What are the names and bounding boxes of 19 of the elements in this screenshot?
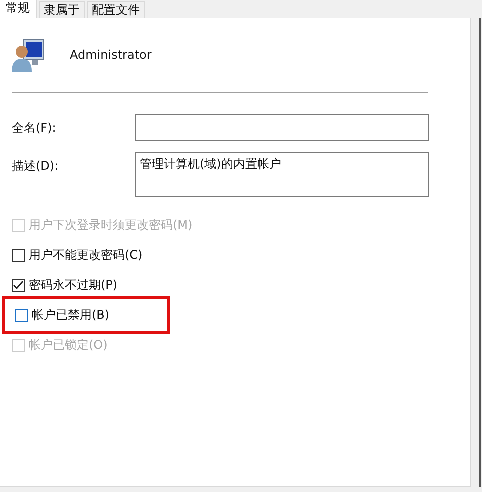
- option-label: 用户不能更改密码(C): [29, 247, 143, 264]
- field-label: 全名(F):: [12, 120, 58, 137]
- checkbox[interactable]: [12, 278, 25, 292]
- option-label: 帐户已锁定(O): [29, 337, 108, 354]
- tab[interactable]: 常规: [0, 0, 37, 18]
- field-label: 描述(D):: [12, 158, 60, 175]
- field-value: 管理计算机(域)的内置帐户: [140, 157, 282, 171]
- user-name: Administrator: [70, 47, 152, 64]
- option-label: 密码永不过期(P): [29, 277, 118, 294]
- text-field[interactable]: [135, 114, 429, 141]
- tab[interactable]: 配置文件: [87, 1, 145, 18]
- option-label: 帐户已禁用(B): [32, 307, 110, 324]
- user-computer-icon: [12, 38, 46, 72]
- check-icon: [13, 280, 24, 290]
- tab[interactable]: 隶属于: [39, 1, 85, 18]
- checkbox[interactable]: [12, 248, 25, 262]
- option-label: 用户下次登录时须更改密码(M): [29, 217, 193, 234]
- text-field[interactable]: 管理计算机(域)的内置帐户: [135, 152, 429, 197]
- checkbox[interactable]: [15, 308, 28, 322]
